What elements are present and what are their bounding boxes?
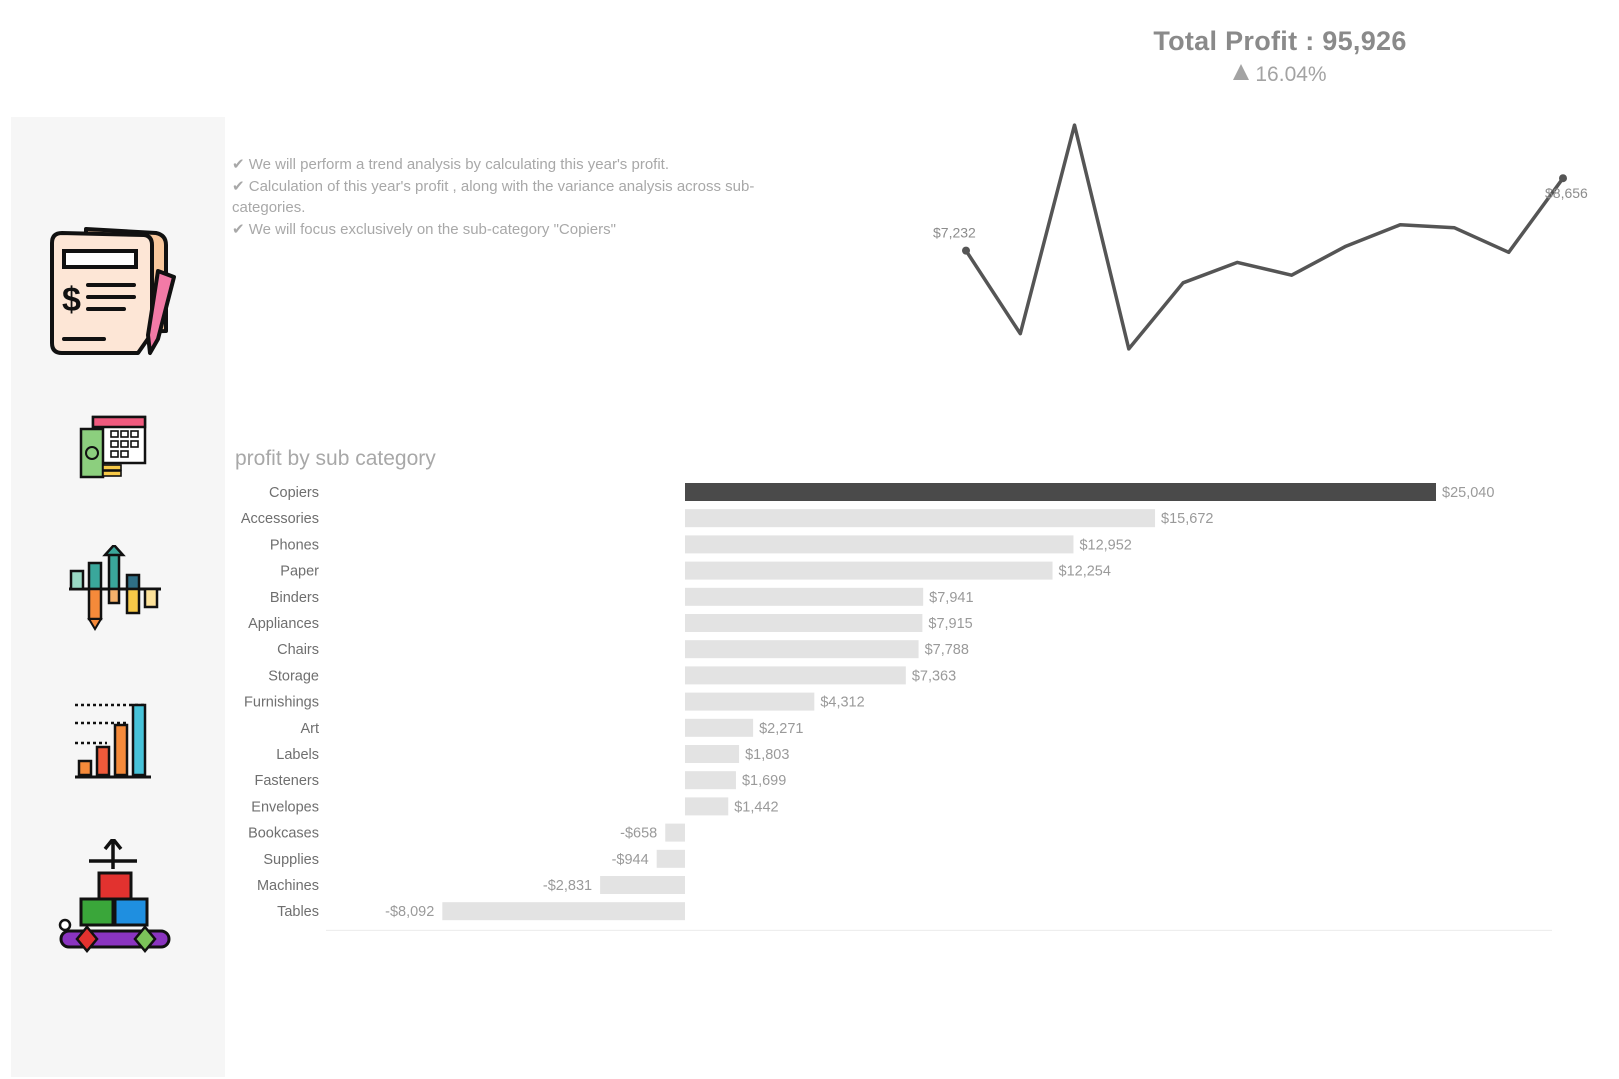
category-label: Supplies bbox=[263, 852, 319, 868]
bar-appliances[interactable] bbox=[685, 614, 923, 632]
note-2: ✔ Calculation of this year's profit , al… bbox=[232, 177, 755, 217]
category-label: Labels bbox=[276, 747, 319, 763]
analysis-notes: ✔ We will perform a trend analysis by ca… bbox=[232, 154, 792, 240]
category-label: Tables bbox=[277, 904, 319, 920]
bar-value-label: $7,941 bbox=[929, 590, 973, 606]
bar-fasteners[interactable] bbox=[685, 771, 736, 790]
bar-value-label: -$944 bbox=[612, 852, 649, 868]
bar-machines[interactable] bbox=[600, 876, 685, 894]
category-label: Storage bbox=[268, 668, 319, 684]
category-label: Chairs bbox=[277, 642, 319, 658]
category-label: Appliances bbox=[248, 616, 319, 632]
bar-phones[interactable] bbox=[685, 535, 1074, 554]
bar-value-label: -$658 bbox=[620, 826, 657, 842]
profit-change: 16.04% bbox=[1050, 63, 1510, 87]
bar-value-label: $1,803 bbox=[745, 747, 789, 763]
bar-value-label: $7,363 bbox=[912, 668, 956, 684]
bar-envelopes[interactable] bbox=[685, 797, 729, 816]
growth-bar-chart-icon bbox=[75, 703, 151, 779]
bar-value-label: $1,699 bbox=[742, 773, 786, 789]
trend-endpoint bbox=[1559, 174, 1567, 183]
product-cubes-icon bbox=[58, 839, 171, 953]
bar-chairs[interactable] bbox=[685, 640, 919, 659]
trend-endpoint bbox=[962, 246, 970, 255]
bar-value-label: -$8,092 bbox=[385, 904, 434, 920]
category-label: Phones bbox=[270, 537, 319, 553]
trend-value-label: $8,656 bbox=[1545, 185, 1588, 201]
bar-storage[interactable] bbox=[685, 666, 906, 685]
category-label: Fasteners bbox=[255, 773, 319, 789]
note-1: ✔ We will perform a trend analysis by ca… bbox=[232, 156, 669, 173]
bar-tables[interactable] bbox=[442, 902, 685, 921]
category-label: Binders bbox=[270, 590, 319, 606]
bar-accessories[interactable] bbox=[685, 509, 1156, 528]
bar-labels[interactable] bbox=[685, 745, 740, 763]
bar-value-label: $1,442 bbox=[734, 799, 778, 815]
calendar-money-icon bbox=[79, 415, 147, 479]
kpi-panel: Total Profit : 95,926 16.04% bbox=[1050, 26, 1510, 87]
bar-value-label: $7,788 bbox=[925, 642, 969, 658]
svg-text:$: $ bbox=[62, 281, 81, 319]
category-label: Bookcases bbox=[248, 826, 319, 842]
bar-paper[interactable] bbox=[685, 561, 1053, 580]
bar-variance-icon bbox=[69, 545, 161, 631]
bar-art[interactable] bbox=[685, 718, 754, 737]
bar-binders[interactable] bbox=[685, 587, 924, 606]
note-3: ✔ We will focus exclusively on the sub-c… bbox=[232, 220, 616, 238]
up-arrow-icon bbox=[1233, 64, 1250, 80]
category-label: Furnishings bbox=[244, 695, 319, 711]
bar-copiers[interactable] bbox=[685, 483, 1436, 501]
bar-value-label: $12,952 bbox=[1079, 537, 1131, 553]
sidebar: $ bbox=[11, 117, 225, 1077]
bar-value-label: $15,672 bbox=[1161, 511, 1213, 527]
bar-value-label: $4,312 bbox=[820, 695, 864, 711]
profit-change-value: 16.04% bbox=[1255, 63, 1327, 86]
bar-furnishings[interactable] bbox=[685, 692, 815, 711]
category-label: Copiers bbox=[269, 485, 319, 501]
bar-value-label: $25,040 bbox=[1442, 485, 1494, 501]
category-label: Envelopes bbox=[251, 799, 319, 815]
total-profit-title: Total Profit : 95,926 bbox=[1153, 26, 1407, 56]
bar-chart-title: profit by sub category bbox=[235, 447, 436, 470]
bar-supplies[interactable] bbox=[656, 849, 685, 868]
bar-value-label: -$2,831 bbox=[543, 878, 592, 894]
profit-by-sub-category-bar-chart: Copiers $25,040 Accessories $15,672 Phones $1… bbox=[241, 483, 1552, 931]
bar-value-label: $7,915 bbox=[928, 616, 972, 632]
category-label: Machines bbox=[257, 878, 319, 894]
bar-value-label: $2,271 bbox=[759, 721, 803, 737]
category-label: Art bbox=[300, 721, 319, 737]
trend-value-label: $7,232 bbox=[933, 225, 976, 241]
category-label: Accessories bbox=[241, 511, 319, 527]
trend-line bbox=[964, 123, 1565, 351]
profit-trend-line-chart: $7,232 $8,656 bbox=[933, 123, 1588, 351]
bar-bookcases[interactable] bbox=[665, 823, 685, 842]
category-label: Paper bbox=[280, 564, 319, 580]
invoice-document-icon: $ bbox=[50, 227, 176, 355]
bar-value-label: $12,254 bbox=[1059, 564, 1111, 580]
